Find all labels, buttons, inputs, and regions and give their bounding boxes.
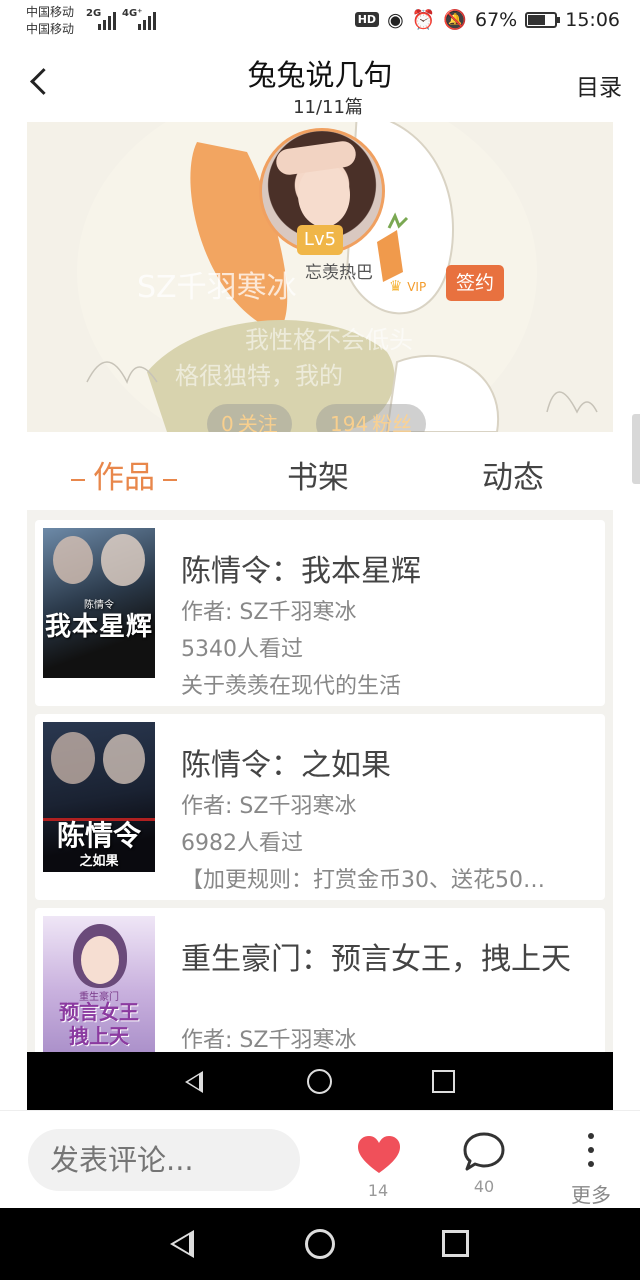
battery-icon — [525, 11, 561, 28]
nav-back-icon[interactable] — [185, 1071, 203, 1093]
more-dots-icon — [587, 1133, 595, 1169]
cover-title: 我本星辉 — [44, 612, 153, 642]
following-button[interactable]: 0 关注 — [207, 404, 292, 432]
following-count: 0 — [221, 412, 234, 432]
eye-icon: ◉ — [387, 8, 404, 31]
system-nav-bar — [0, 1208, 640, 1280]
more-button[interactable]: 更多 — [556, 1125, 626, 1207]
book-views: 5340人看过 — [181, 637, 303, 662]
tab-works-label: 作品 — [93, 460, 155, 496]
battery-percent: 67% — [475, 8, 518, 31]
nav-recent-icon[interactable] — [432, 1070, 455, 1093]
tab-works[interactable]: 作品 — [63, 452, 185, 497]
comment-button[interactable]: 40 — [449, 1125, 519, 1205]
nav-home-icon[interactable] — [307, 1069, 332, 1094]
cover-subtitle: 之如果 — [79, 854, 119, 869]
signal-icon — [98, 10, 116, 30]
page-title: 兔兔说几句 — [247, 58, 393, 92]
system-back-icon[interactable] — [170, 1230, 194, 1258]
followers-count: 194 — [330, 412, 369, 432]
book-title: 陈情令：我本星辉 — [181, 554, 421, 589]
battery-fill — [528, 14, 546, 25]
bio-line-2: 格很独特，我的 — [175, 362, 343, 390]
book-author: 作者: SZ千羽寒冰 — [181, 1028, 357, 1053]
level-badge: Lv5 — [297, 225, 343, 255]
book-desc: 关于羡羡在现代的生活 — [181, 674, 402, 699]
chat-bubble-icon — [463, 1132, 505, 1171]
profile-banner: Lv5 SZ千羽寒冰 忘羡热巴 VIP 签约 我性格不会低头 格很独特，我的 0… — [27, 122, 613, 432]
more-label: 更多 — [571, 1183, 611, 1207]
mute-bell-icon: 🔕 — [443, 9, 467, 31]
comment-input[interactable] — [28, 1129, 300, 1191]
work-card[interactable]: 重生豪门 预言女王拽上天 重生豪门：预言女王，拽上天 作者: SZ千羽寒冰 — [35, 908, 605, 1055]
book-cover: 陈情令 之如果 — [43, 722, 155, 872]
tab-activity-label: 动态 — [482, 460, 544, 496]
tab-bookshelf[interactable]: 书架 — [287, 452, 349, 497]
system-home-icon[interactable] — [305, 1229, 335, 1259]
book-author: 作者: SZ千羽寒冰 — [181, 794, 357, 819]
like-count: 14 — [367, 1181, 389, 1200]
status-bar: 中国移动 中国移动 2G 4G⁺ HD ◉ ⏰ 🔕 67% 15:06 — [0, 0, 640, 44]
user-bio: 我性格不会低头 格很独特，我的 — [175, 322, 413, 394]
hot-label: 忘羡热巴 — [305, 263, 373, 283]
carrier-info: 中国移动 中国移动 — [26, 4, 74, 38]
book-views: 6982人看过 — [181, 831, 303, 856]
embedded-nav-bar — [27, 1052, 613, 1110]
book-title: 重生豪门：预言女王，拽上天 — [181, 942, 571, 977]
profile-tabs: 作品 书架 动态 — [27, 432, 613, 510]
comment-count: 40 — [473, 1177, 495, 1196]
book-title: 陈情令：之如果 — [181, 748, 391, 783]
system-recents-icon[interactable] — [442, 1230, 469, 1257]
cover-title: 预言女王拽上天 — [59, 1000, 139, 1048]
carrier-1: 中国移动 — [26, 5, 75, 19]
toc-button[interactable]: 目录 — [576, 68, 622, 102]
alarm-icon: ⏰ — [411, 9, 436, 31]
carrier-2: 中国移动 — [26, 22, 75, 36]
app-header: 兔兔说几句 11/11篇 目录 — [0, 44, 640, 122]
following-label: 关注 — [237, 412, 278, 432]
tab-activity[interactable]: 动态 — [482, 452, 544, 497]
heart-icon — [358, 1136, 400, 1173]
work-card[interactable]: 我本星辉 陈情令 陈情令：我本星辉 作者: SZ千羽寒冰 5340人看过 关于羡… — [35, 520, 605, 706]
book-cover: 重生豪门 预言女王拽上天 — [43, 916, 155, 1055]
action-bar: 14 40 更多 — [0, 1110, 640, 1208]
cover-subtitle: 陈情令 — [84, 600, 114, 611]
tab-bookshelf-label: 书架 — [287, 460, 349, 496]
signal-icon-2 — [138, 10, 156, 30]
book-cover: 我本星辉 陈情令 — [43, 528, 155, 678]
book-author: 作者: SZ千羽寒冰 — [181, 600, 357, 625]
hd-badge: HD — [354, 12, 380, 27]
vip-icon: VIP — [389, 277, 426, 295]
work-card[interactable]: 陈情令 之如果 陈情令：之如果 作者: SZ千羽寒冰 6982人看过 【加更规则… — [35, 714, 605, 900]
like-button[interactable]: 14 — [343, 1125, 413, 1205]
user-nickname: SZ千羽寒冰 — [137, 270, 297, 305]
clock: 15:06 — [565, 8, 620, 31]
page-counter: 11/11篇 — [293, 97, 363, 118]
cover-title: 陈情令 — [56, 819, 141, 852]
bio-line-1: 我性格不会低头 — [245, 326, 413, 354]
book-desc: 【加更规则：打赏金币30、送花50… — [181, 868, 545, 893]
sign-badge: 签约 — [446, 265, 504, 301]
followers-label: 粉丝 — [372, 412, 413, 432]
followers-button[interactable]: 194 粉丝 — [316, 404, 427, 432]
scroll-handle[interactable] — [632, 414, 640, 484]
works-list: 我本星辉 陈情令 陈情令：我本星辉 作者: SZ千羽寒冰 5340人看过 关于羡… — [27, 510, 613, 1055]
